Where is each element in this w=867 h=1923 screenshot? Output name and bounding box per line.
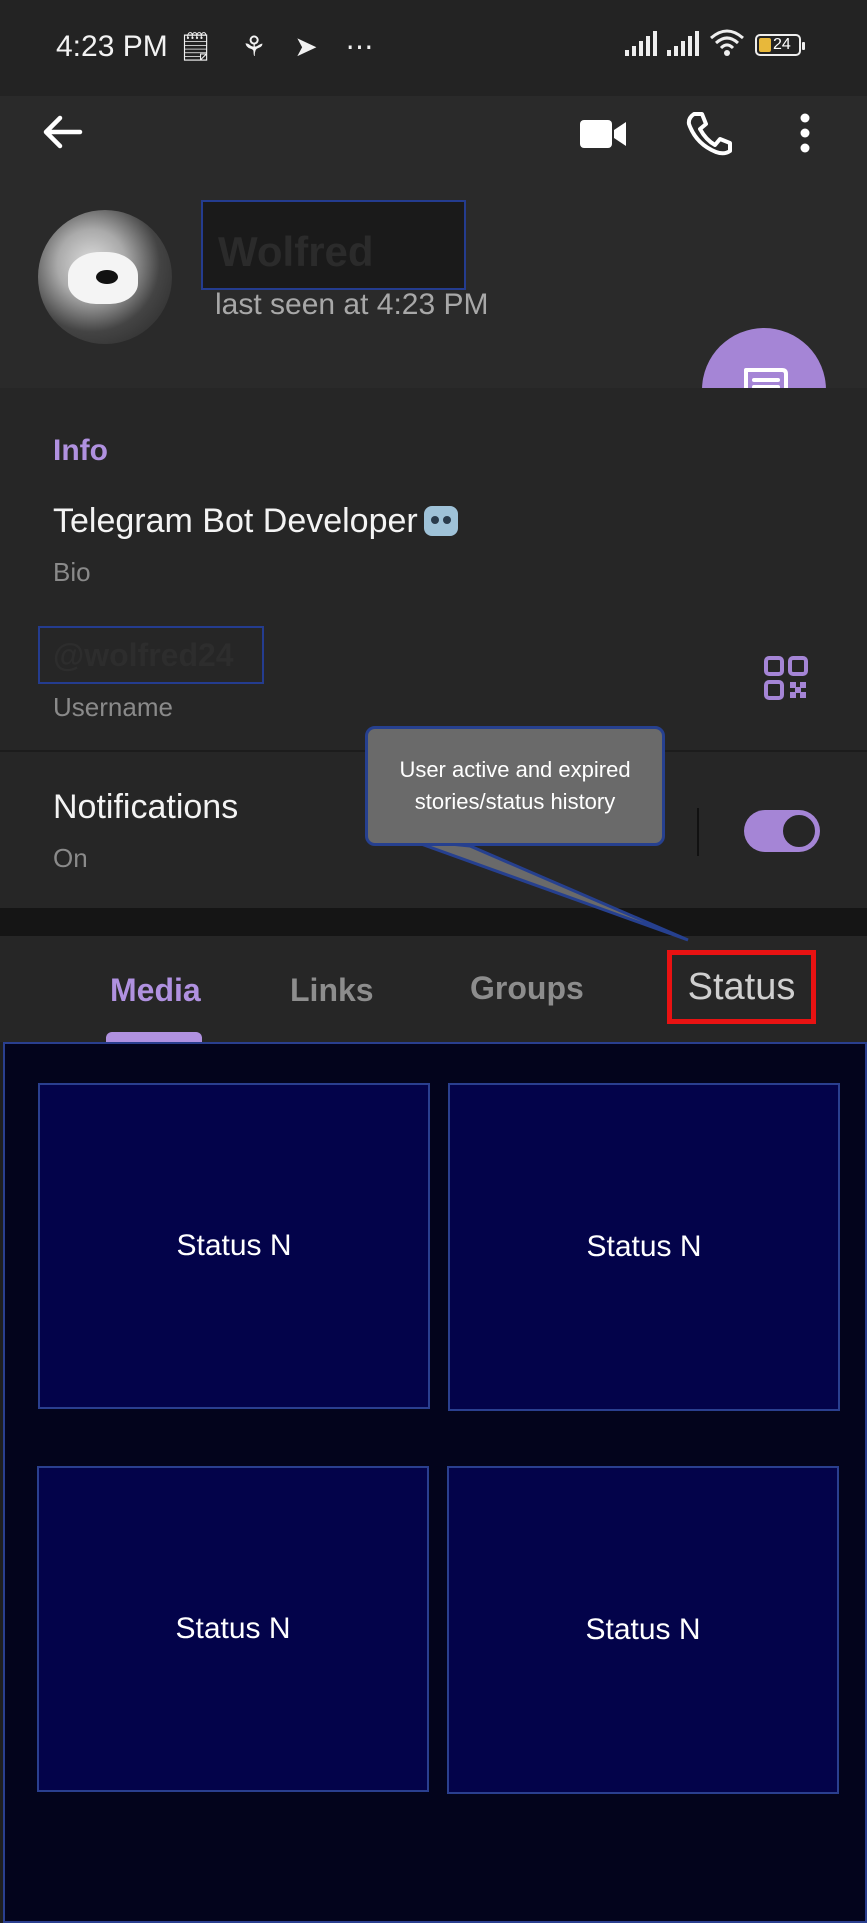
username-value[interactable]: @wolfred24 bbox=[53, 637, 234, 674]
notifications-label[interactable]: Notifications bbox=[53, 788, 238, 827]
tab-media[interactable]: Media bbox=[110, 972, 201, 1009]
robot-emoji-icon bbox=[423, 506, 458, 536]
clock: 4:23 PM bbox=[56, 30, 168, 63]
more-vert-icon[interactable] bbox=[790, 110, 820, 156]
status-card[interactable]: Status N bbox=[448, 1083, 840, 1411]
status-card[interactable]: Status N bbox=[38, 1083, 430, 1409]
notifications-value: On bbox=[53, 843, 88, 873]
notifications-toggle[interactable] bbox=[744, 810, 820, 852]
back-arrow-icon[interactable] bbox=[40, 110, 84, 154]
status-card[interactable]: Status N bbox=[447, 1466, 839, 1794]
status-bar: 4:23 PM 🗒 ⚘ ➤ ⋯ 24 bbox=[0, 0, 867, 96]
avatar[interactable] bbox=[38, 210, 172, 344]
battery-level: 24 bbox=[773, 36, 791, 53]
wifi-icon bbox=[710, 29, 744, 56]
signal-icon bbox=[625, 30, 657, 56]
qr-code-icon[interactable] bbox=[764, 656, 808, 700]
tab-links[interactable]: Links bbox=[290, 972, 374, 1009]
status-card[interactable]: Status N bbox=[37, 1466, 429, 1792]
profile-name: Wolfred bbox=[218, 228, 374, 275]
bio-value: Telegram Bot Developer bbox=[53, 502, 418, 540]
divider bbox=[697, 808, 699, 856]
battery-icon: 24 bbox=[755, 34, 805, 56]
phone-icon[interactable] bbox=[684, 110, 734, 156]
active-tab-indicator bbox=[106, 1032, 202, 1042]
toggle-knob bbox=[780, 812, 818, 850]
username-label: Username bbox=[53, 692, 173, 722]
section-title: Info bbox=[53, 434, 108, 467]
video-call-icon[interactable] bbox=[578, 110, 628, 156]
tab-groups[interactable]: Groups bbox=[470, 970, 584, 1007]
bio-label: Bio bbox=[53, 557, 91, 587]
bio-text: Telegram Bot Developer bbox=[53, 502, 458, 541]
notification-icons: 🗒 ⚘ ➤ ⋯ bbox=[178, 31, 384, 62]
signal-icon bbox=[667, 30, 699, 56]
annotation-tooltip: User active and expired stories/status h… bbox=[365, 726, 665, 846]
system-indicators: 24 bbox=[625, 28, 805, 56]
section-separator bbox=[0, 908, 867, 936]
tab-status[interactable]: Status bbox=[667, 950, 816, 1024]
last-seen: last seen at 4:23 PM bbox=[215, 288, 489, 321]
